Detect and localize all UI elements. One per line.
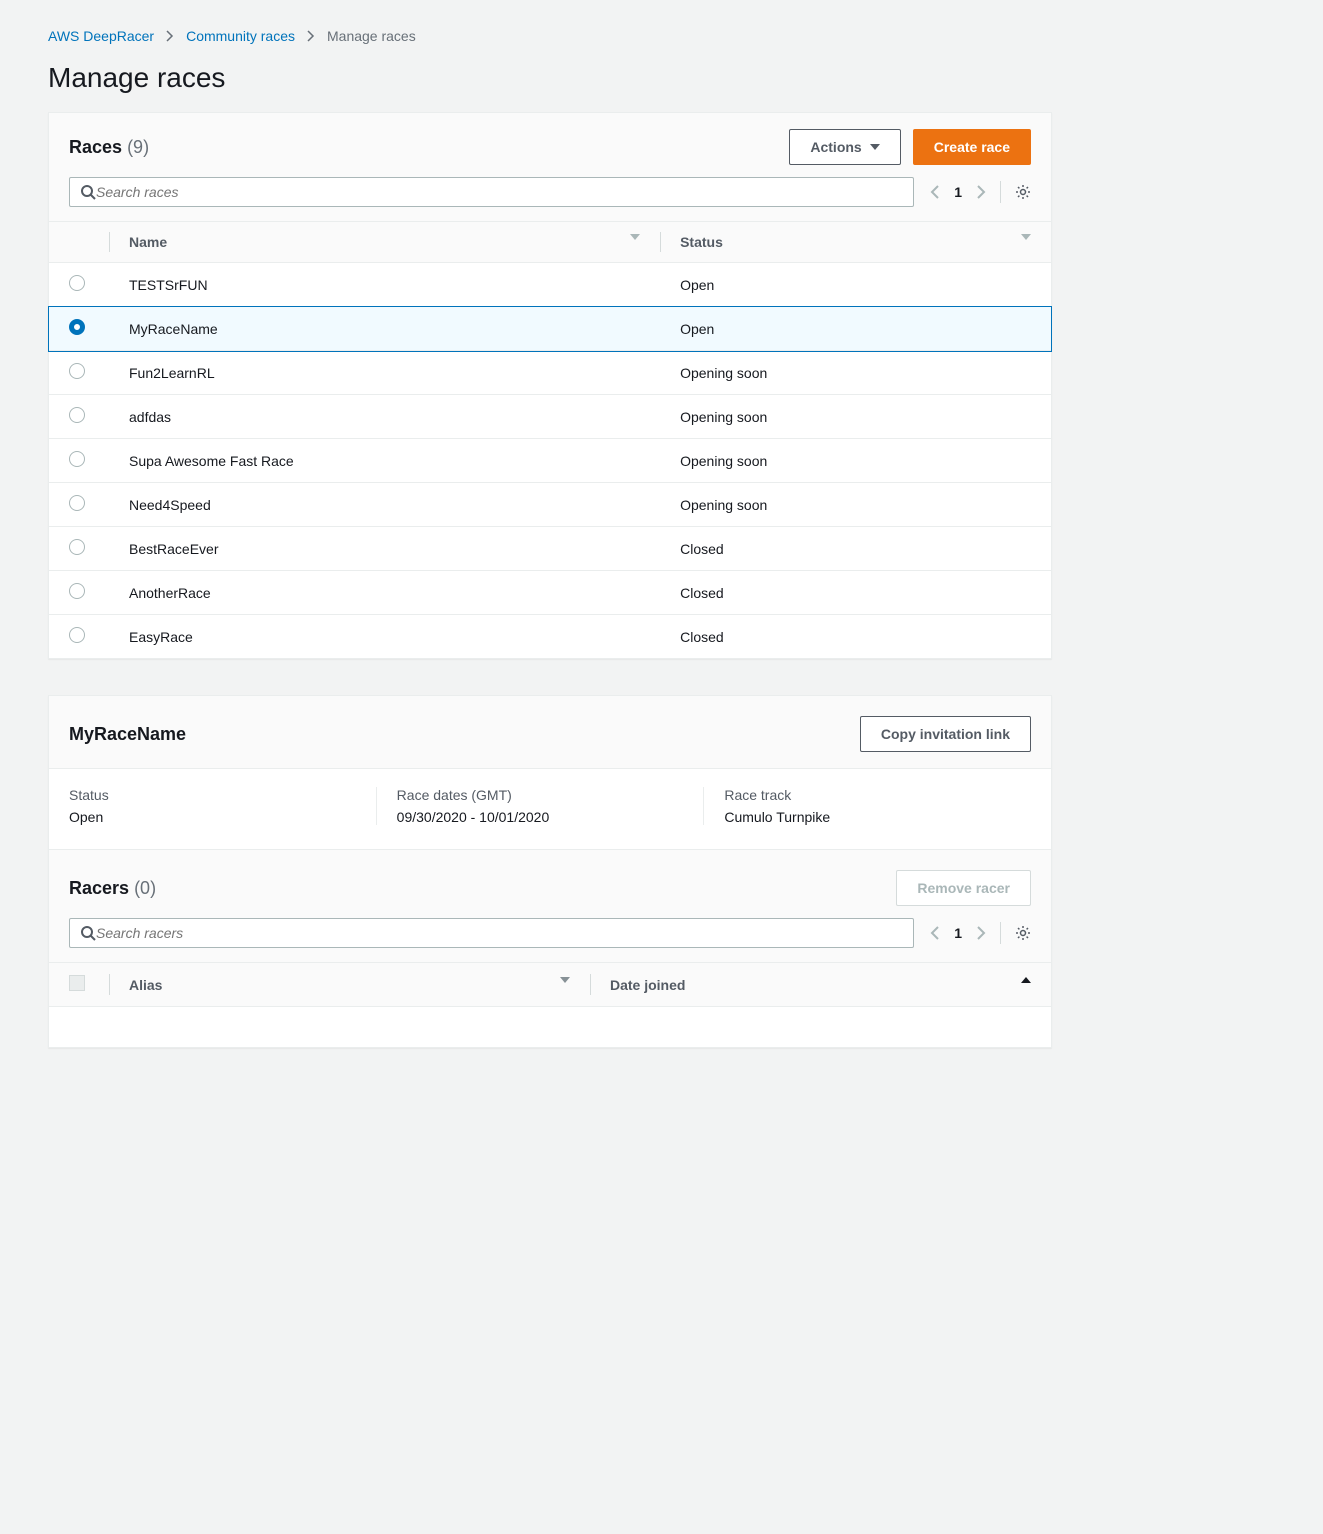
- prev-page-button[interactable]: [930, 925, 940, 941]
- race-status: Closed: [660, 527, 1051, 571]
- breadcrumb-section[interactable]: Community races: [186, 28, 295, 44]
- breadcrumb-root[interactable]: AWS DeepRacer: [48, 28, 154, 44]
- race-name: EasyRace: [109, 615, 660, 659]
- row-radio[interactable]: [69, 363, 85, 379]
- race-status: Opening soon: [660, 439, 1051, 483]
- row-radio[interactable]: [69, 407, 85, 423]
- next-page-button[interactable]: [976, 925, 986, 941]
- table-row[interactable]: Supa Awesome Fast RaceOpening soon: [49, 439, 1051, 483]
- next-page-button[interactable]: [976, 184, 986, 200]
- row-radio[interactable]: [69, 451, 85, 467]
- status-value: Open: [69, 809, 356, 825]
- column-status[interactable]: Status: [660, 222, 1051, 263]
- race-name: BestRaceEver: [109, 527, 660, 571]
- race-status: Opening soon: [660, 483, 1051, 527]
- divider: [1000, 181, 1001, 203]
- select-all-checkbox: [69, 975, 85, 991]
- breadcrumb-current: Manage races: [327, 28, 416, 44]
- breadcrumb: AWS DeepRacer Community races Manage rac…: [48, 20, 1052, 62]
- column-name[interactable]: Name: [109, 222, 660, 263]
- racers-count: (0): [134, 878, 156, 898]
- dates-label: Race dates (GMT): [397, 787, 684, 803]
- races-search[interactable]: [69, 177, 914, 207]
- race-name: Need4Speed: [109, 483, 660, 527]
- table-row[interactable]: MyRaceNameOpen: [49, 307, 1051, 351]
- race-name: TESTSrFUN: [109, 263, 660, 307]
- race-status: Opening soon: [660, 395, 1051, 439]
- actions-button[interactable]: Actions: [789, 129, 900, 165]
- gear-icon[interactable]: [1015, 925, 1031, 941]
- race-status: Closed: [660, 615, 1051, 659]
- chevron-right-icon: [166, 30, 174, 42]
- column-date-joined[interactable]: Date joined: [590, 963, 1051, 1007]
- actions-label: Actions: [810, 136, 861, 158]
- racers-table: Alias Date joined: [49, 962, 1051, 1047]
- race-name: Fun2LearnRL: [109, 351, 660, 395]
- table-row[interactable]: BestRaceEverClosed: [49, 527, 1051, 571]
- row-radio[interactable]: [69, 583, 85, 599]
- detail-title: MyRaceName: [69, 724, 186, 745]
- race-name: AnotherRace: [109, 571, 660, 615]
- table-row[interactable]: adfdasOpening soon: [49, 395, 1051, 439]
- row-radio[interactable]: [69, 539, 85, 555]
- column-alias[interactable]: Alias: [109, 963, 590, 1007]
- row-radio[interactable]: [69, 627, 85, 643]
- sort-icon: [1021, 977, 1031, 983]
- sort-icon: [1021, 234, 1031, 240]
- table-row[interactable]: Fun2LearnRLOpening soon: [49, 351, 1051, 395]
- page-title: Manage races: [48, 62, 1052, 94]
- race-status: Opening soon: [660, 351, 1051, 395]
- search-icon: [80, 184, 96, 200]
- row-radio[interactable]: [69, 319, 85, 335]
- sort-icon: [630, 234, 640, 240]
- race-detail-panel: MyRaceName Copy invitation link Status O…: [48, 695, 1052, 1048]
- page-number: 1: [954, 925, 962, 941]
- create-race-button[interactable]: Create race: [913, 129, 1031, 165]
- race-status: Open: [660, 307, 1051, 351]
- racers-search-input[interactable]: [96, 925, 903, 941]
- racers-title: Racers: [69, 878, 129, 898]
- gear-icon[interactable]: [1015, 184, 1031, 200]
- copy-invitation-button[interactable]: Copy invitation link: [860, 716, 1031, 752]
- sort-icon: [560, 977, 570, 983]
- remove-racer-button: Remove racer: [896, 870, 1031, 906]
- race-name: MyRaceName: [109, 307, 660, 351]
- races-table: Name Status TESTSrFUNOpenMyRaceNameOpenF…: [49, 221, 1051, 658]
- table-row[interactable]: TESTSrFUNOpen: [49, 263, 1051, 307]
- row-radio[interactable]: [69, 495, 85, 511]
- race-name: adfdas: [109, 395, 660, 439]
- page-number: 1: [954, 184, 962, 200]
- caret-down-icon: [870, 144, 880, 150]
- race-status: Closed: [660, 571, 1051, 615]
- dates-value: 09/30/2020 - 10/01/2020: [397, 809, 684, 825]
- status-label: Status: [69, 787, 356, 803]
- track-value: Cumulo Turnpike: [724, 809, 1011, 825]
- track-label: Race track: [724, 787, 1011, 803]
- race-status: Open: [660, 263, 1051, 307]
- table-row[interactable]: EasyRaceClosed: [49, 615, 1051, 659]
- races-count: (9): [127, 137, 149, 157]
- races-title: Races: [69, 137, 122, 157]
- search-icon: [80, 925, 96, 941]
- chevron-right-icon: [307, 30, 315, 42]
- divider: [1000, 922, 1001, 944]
- prev-page-button[interactable]: [930, 184, 940, 200]
- racers-search[interactable]: [69, 918, 914, 948]
- race-name: Supa Awesome Fast Race: [109, 439, 660, 483]
- table-row[interactable]: Need4SpeedOpening soon: [49, 483, 1051, 527]
- table-row[interactable]: AnotherRaceClosed: [49, 571, 1051, 615]
- row-radio[interactable]: [69, 275, 85, 291]
- races-search-input[interactable]: [96, 184, 903, 200]
- races-panel: Races (9) Actions Create race: [48, 112, 1052, 659]
